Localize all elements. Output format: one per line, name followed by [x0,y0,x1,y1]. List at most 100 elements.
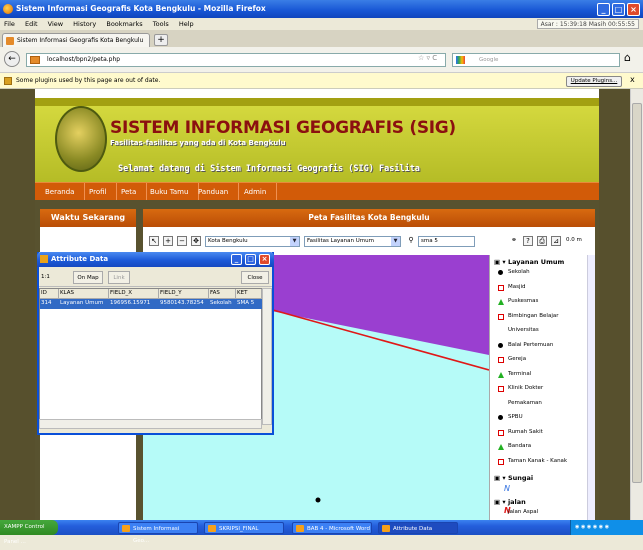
legend-item: Masjid [508,283,526,290]
menu-file[interactable]: File [4,20,15,28]
sekolah-point[interactable] [315,497,321,503]
cell-field-x[interactable]: 196956.15971 [109,299,159,309]
update-plugins-button[interactable]: Update Plugins... [566,76,622,87]
cell-klas[interactable]: Layanan Umum [59,299,109,309]
col-header-fas[interactable]: FAS [209,289,236,299]
legend-item: Terminal [508,370,532,377]
bookmark-star-icon[interactable]: ☆ ▿ C [418,54,437,62]
plugin-icon [4,77,12,85]
legend-tri-symbol-icon [498,299,504,305]
legend-tri-symbol-icon [498,444,504,450]
legend-sq-symbol-icon [498,313,504,320]
link-button[interactable]: Link [108,271,130,284]
tab-active[interactable]: Sistem Informasi Geografis Kota Bengkulu [2,33,150,47]
taskbar-attribute-data[interactable]: Attribute Data [378,522,458,534]
pan-icon[interactable]: ✥ [191,236,201,246]
attr-horizontal-scrollbar[interactable] [39,419,262,429]
system-tray: ◉ ◉ ◉ ◉ ◉ ◉ [570,520,643,535]
map-panel-heading: Peta Fasilitas Kota Bengkulu [143,209,595,227]
page-scrollbar[interactable] [630,89,643,520]
notice-text: Some plugins used by this page are out o… [16,77,161,84]
minimize-button[interactable]: _ [597,3,610,16]
attr-close-button[interactable]: × [259,254,270,265]
notice-close-icon[interactable]: x [630,75,635,84]
legend-group-label: Layanan Umum [507,258,565,266]
query-icon[interactable]: ⚲ [406,236,416,246]
menu-edit[interactable]: Edit [25,20,38,28]
nav-panduan[interactable]: Panduan [188,183,240,201]
chevron-down-icon: ▼ [391,237,400,246]
legend-item: Puskesmas [508,298,539,304]
window-titlebar[interactable]: Sistem Informasi Geografis Kota Bengkulu… [0,0,643,18]
legend-item-jalan-aspal: Jalan Aspal [508,509,539,515]
taskbar-word[interactable]: BAB 4 - Microsoft Word [292,522,372,534]
legend-group-label: jalan [507,498,526,506]
legend-tri-symbol-icon [498,371,504,378]
maximize-button[interactable]: □ [612,3,625,16]
menu-help[interactable]: Help [179,20,194,28]
ratio-label: 1:1 [41,274,50,280]
menu-view[interactable]: View [48,20,63,28]
measure-icon[interactable]: ⊿ [551,236,561,246]
cell-fas[interactable]: Sekolah [209,299,236,309]
url-text: localhost/bpn2/peta.php [47,56,121,63]
theme-select-value: Fasilitas Layanan Umum [307,238,374,244]
attr-minimize-button[interactable]: _ [231,254,242,265]
taskbar-xampp[interactable]: XAMPP Control Panel ... [0,520,58,545]
legend-item: Bandara [508,443,532,449]
chevron-down-icon: ▼ [290,237,299,246]
site-favicon-icon [30,56,40,64]
cell-field-y[interactable]: 9580143.78254 [159,299,209,309]
menu-tools[interactable]: Tools [153,20,169,28]
col-header-klas[interactable]: KLAS [59,289,109,299]
zoom-out-icon[interactable]: − [177,236,187,246]
taskbar-firefox[interactable]: Sistem Informasi Geo... [118,522,198,544]
binoculars-icon[interactable]: ⚭ [509,236,519,246]
legend-sq-symbol-icon [498,386,504,392]
legend-group-sungai[interactable]: ▣ ▾ Sungai [494,474,533,482]
col-header-field-x[interactable]: FIELD_X [109,289,159,299]
col-header-ket[interactable]: KET [236,289,262,299]
close-button[interactable]: × [627,3,640,16]
nav-admin[interactable]: Admin [234,183,278,201]
legend-group-layanan-umum[interactable]: ▣ ▾ Layanan Umum [494,258,564,266]
zoom-in-icon[interactable]: + [163,236,173,246]
legend-dot-symbol-icon [498,270,503,275]
legend-item: Sekolah [508,269,530,275]
facility-search-input[interactable]: sma 5 [418,236,475,247]
legend-item: Rumah Sakit [508,428,543,435]
page-scroll-thumb[interactable] [632,103,642,483]
layer-select[interactable]: Kota Bengkulu ▼ [205,236,300,247]
attr-vertical-scrollbar[interactable] [262,288,272,425]
cell-id[interactable]: 314 [40,299,59,309]
menu-bookmarks[interactable]: Bookmarks [106,20,142,28]
legend-group-jalan[interactable]: ▣ ▾ jalan [494,498,526,506]
print-icon[interactable]: ⎙ [537,236,547,246]
cell-ket[interactable]: SMA 5 [236,299,262,309]
on-map-button[interactable]: On Map [73,271,103,284]
new-tab-button[interactable]: + [154,34,168,46]
theme-select[interactable]: Fasilitas Layanan Umum ▼ [304,236,401,247]
back-arrow-icon[interactable]: ← [4,51,20,67]
attr-maximize-button[interactable]: □ [245,254,256,265]
river-symbol-icon: N [504,484,510,493]
legend-item: Klinik Dokter [508,385,544,391]
taskbar-skripsi[interactable]: SKRIPSI_FINAL [204,522,284,534]
layer-select-value: Kota Bengkulu [208,238,248,244]
search-placeholder: Google [479,57,499,63]
search-input[interactable]: Google [452,53,620,67]
col-header-id[interactable]: ID [40,289,59,299]
nav-beranda[interactable]: Beranda [35,183,86,201]
col-header-field-y[interactable]: FIELD_Y [159,289,209,299]
pointer-tool-icon[interactable]: ↖ [149,236,159,246]
plugin-notice-bar: Some plugins used by this page are out o… [0,73,643,89]
window-title: Sistem Informasi Geografis Kota Bengkulu… [16,4,266,13]
home-icon[interactable]: ⌂ [624,51,631,64]
legend-scrollbar[interactable] [587,255,595,520]
identify-icon[interactable]: ? [523,236,533,246]
menu-history[interactable]: History [73,20,96,28]
legend-item: SPBU [508,414,523,420]
site-nav: Beranda Profil Peta Buku Tamu Panduan Ad… [35,182,599,201]
attr-close-text-button[interactable]: Close [241,271,269,284]
url-input[interactable]: localhost/bpn2/peta.php [26,53,446,67]
